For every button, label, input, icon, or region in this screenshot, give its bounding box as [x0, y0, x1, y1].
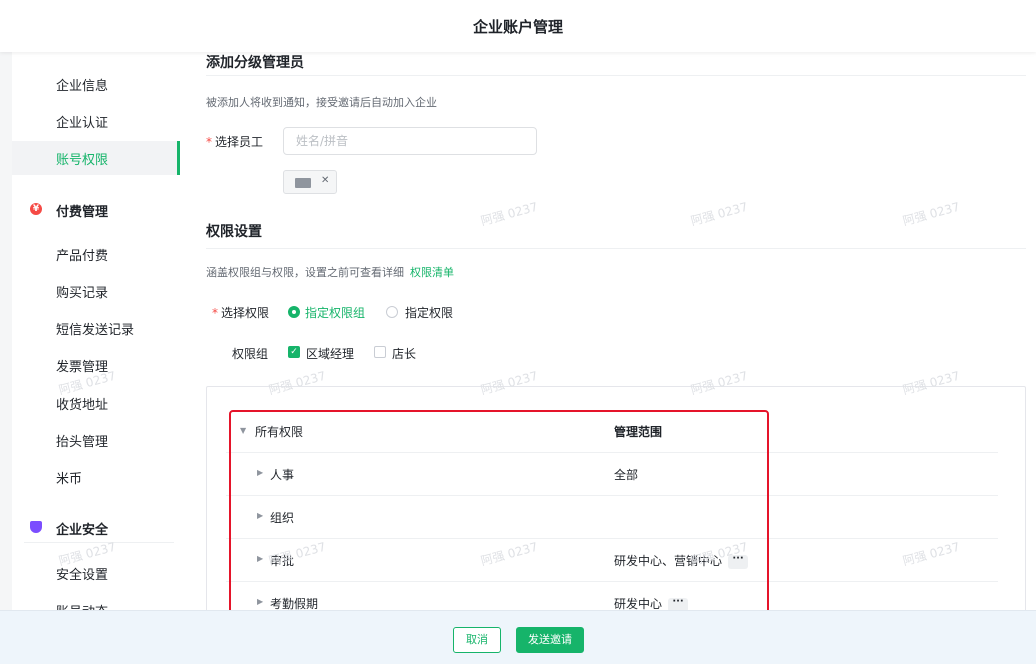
caret-right-icon[interactable]: ▶ — [257, 511, 263, 520]
section-divider — [206, 75, 1026, 76]
footer-bar: 取消 发送邀请 — [0, 610, 1036, 664]
tree-row[interactable]: ▶ 组织 — [226, 496, 998, 539]
sidebar-item-product-billing[interactable]: 产品付费 — [56, 245, 108, 264]
section-divider — [206, 248, 1026, 249]
sidebar: 企业信息 企业认证 账号权限 ¥ 付费管理 产品付费 购买记录 短信发送记录 发… — [12, 52, 180, 612]
caret-right-icon[interactable]: ▶ — [257, 597, 263, 606]
sidebar-item-invoice[interactable]: 发票管理 — [56, 356, 108, 375]
tree-row[interactable]: ▶ 审批 研发中心、营销中心 ··· — [226, 539, 998, 582]
camera-icon — [295, 178, 311, 188]
selected-employee-tag: ✕ — [283, 170, 337, 194]
permission-group-label: 权限组 — [232, 347, 269, 361]
tree-row-name: 审批 — [270, 554, 295, 568]
tree-row[interactable]: ▶ 人事 全部 — [226, 453, 998, 496]
sidebar-item-security-settings[interactable]: 安全设置 — [56, 564, 108, 583]
tree-row-name: 组织 — [270, 511, 295, 525]
top-bar: 企业账户管理 — [0, 0, 1036, 52]
tree-row-name: 人事 — [270, 468, 295, 482]
radio-permission-group-label[interactable]: 指定权限组 — [305, 304, 365, 321]
send-invite-button[interactable]: 发送邀请 — [516, 627, 584, 653]
tree-root-label: 所有权限 — [255, 425, 304, 439]
radio-specific-permission[interactable] — [386, 306, 398, 318]
sidebar-item-company-auth[interactable]: 企业认证 — [56, 112, 108, 131]
tree-row[interactable]: ▶ 考勤假期 研发中心 ··· — [226, 582, 998, 612]
yen-circle-icon: ¥ — [30, 203, 42, 215]
caret-down-icon[interactable]: ▼ — [240, 426, 246, 435]
checkbox-regional-manager-label[interactable]: 区域经理 — [306, 345, 354, 362]
checkbox-regional-manager[interactable]: ✓ — [288, 346, 300, 358]
radio-permission-group[interactable] — [288, 306, 300, 318]
sidebar-item-invoice-title[interactable]: 抬头管理 — [56, 431, 108, 450]
tree-row-scope: 全部 — [614, 468, 639, 482]
radio-specific-permission-label[interactable]: 指定权限 — [405, 304, 453, 321]
section-title-permissions: 权限设置 — [206, 224, 262, 240]
page-title: 企业账户管理 — [472, 17, 563, 36]
sidebar-item-address[interactable]: 收货地址 — [56, 394, 108, 413]
scope-header: 管理范围 — [614, 425, 663, 439]
sidebar-item-mi-coin[interactable]: 米币 — [56, 468, 82, 487]
checkbox-store-manager[interactable] — [374, 346, 386, 358]
checkbox-store-manager-label[interactable]: 店长 — [392, 345, 416, 362]
add-admin-hint: 被添加人将收到通知，接受邀请后自动加入企业 — [206, 96, 437, 109]
sidebar-section-security[interactable]: 企业安全 — [56, 519, 108, 538]
sidebar-section-billing[interactable]: 付费管理 — [56, 201, 108, 220]
caret-right-icon[interactable]: ▶ — [257, 468, 263, 477]
employee-search-input[interactable] — [283, 127, 537, 155]
sidebar-item-sms-records[interactable]: 短信发送记录 — [56, 319, 134, 338]
sidebar-item-purchase-records[interactable]: 购买记录 — [56, 282, 108, 301]
main-panel: 添加分级管理员 被添加人将收到通知，接受邀请后自动加入企业 *选择员工 ✕ 权限… — [180, 52, 1036, 612]
tree-row-scope: 研发中心、营销中心 ··· — [614, 552, 749, 569]
sidebar-item-company-info[interactable]: 企业信息 — [56, 75, 108, 94]
cancel-button[interactable]: 取消 — [453, 627, 501, 653]
caret-right-icon[interactable]: ▶ — [257, 554, 263, 563]
tree-root-row[interactable]: ▼ 所有权限 管理范围 — [226, 410, 998, 453]
shield-icon — [30, 521, 42, 533]
permissions-hint: 涵盖权限组与权限，设置之前可查看详细 权限清单 — [206, 266, 454, 279]
section-title-add-admin: 添加分级管理员 — [206, 55, 304, 71]
more-icon[interactable]: ··· — [728, 553, 749, 569]
close-icon[interactable]: ✕ — [321, 175, 329, 186]
sidebar-item-account-permission[interactable]: 账号权限 — [56, 149, 108, 168]
permission-list-link[interactable]: 权限清单 — [410, 266, 454, 279]
select-permission-label: * 选择权限 — [212, 306, 270, 320]
sidebar-divider — [24, 542, 174, 543]
employee-label: * 选择员工 — [206, 135, 264, 149]
